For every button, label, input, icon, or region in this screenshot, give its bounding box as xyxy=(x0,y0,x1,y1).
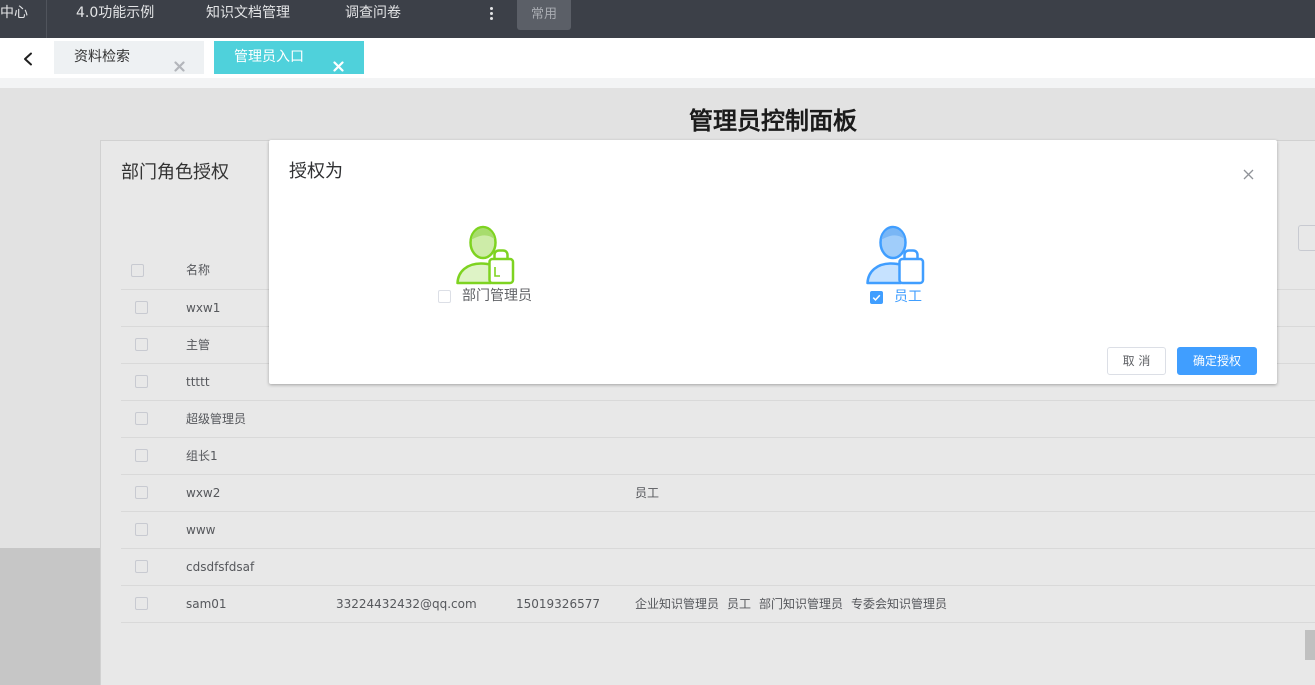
tab-bar: 资料检索 管理员入口 xyxy=(0,38,1315,78)
tab-label: 管理员入口 xyxy=(234,49,304,65)
tab-resource-search[interactable]: 资料检索 xyxy=(54,41,204,74)
employee-checkbox[interactable] xyxy=(870,291,883,304)
employee-label[interactable]: 员工 xyxy=(894,288,922,306)
main-content: 管理员控制面板 部门角色授权 名称 wxw1 主管 ttttt 超级管理员 组长… xyxy=(0,88,1315,685)
cancel-button[interactable]: 取 消 xyxy=(1107,347,1166,375)
tab-bar-divider xyxy=(0,78,1315,88)
close-icon[interactable] xyxy=(174,52,185,72)
close-icon[interactable] xyxy=(1243,165,1254,180)
user-briefcase-icon[interactable] xyxy=(865,224,925,286)
close-icon[interactable] xyxy=(333,52,344,72)
tab-label: 资料检索 xyxy=(74,49,130,65)
nav-item-feature-examples[interactable]: 4.0功能示例 xyxy=(76,0,154,26)
option-dept-admin[interactable]: 部门管理员 xyxy=(435,222,535,308)
nav-divider xyxy=(46,0,47,38)
option-employee[interactable]: 员工 xyxy=(859,222,929,308)
nav-item-center[interactable]: 中心 xyxy=(0,0,28,26)
chevron-left-icon[interactable] xyxy=(22,51,34,66)
user-briefcase-icon[interactable] xyxy=(455,224,515,286)
top-nav: 中心 4.0功能示例 知识文档管理 调查问卷 常用 xyxy=(0,0,1315,38)
dept-admin-label[interactable]: 部门管理员 xyxy=(462,287,532,305)
authorize-dialog: 授权为 部门管理员 员工 取 消 确定授权 xyxy=(269,140,1277,384)
nav-item-survey[interactable]: 调查问卷 xyxy=(345,0,401,26)
nav-item-knowledge-docs[interactable]: 知识文档管理 xyxy=(206,0,290,26)
dialog-title: 授权为 xyxy=(289,161,343,182)
dept-admin-checkbox[interactable] xyxy=(438,290,451,303)
more-vertical-icon[interactable] xyxy=(488,7,494,21)
nav-common-button[interactable]: 常用 xyxy=(517,0,571,30)
tab-admin-entry[interactable]: 管理员入口 xyxy=(214,41,364,74)
confirm-authorize-button[interactable]: 确定授权 xyxy=(1177,347,1257,375)
